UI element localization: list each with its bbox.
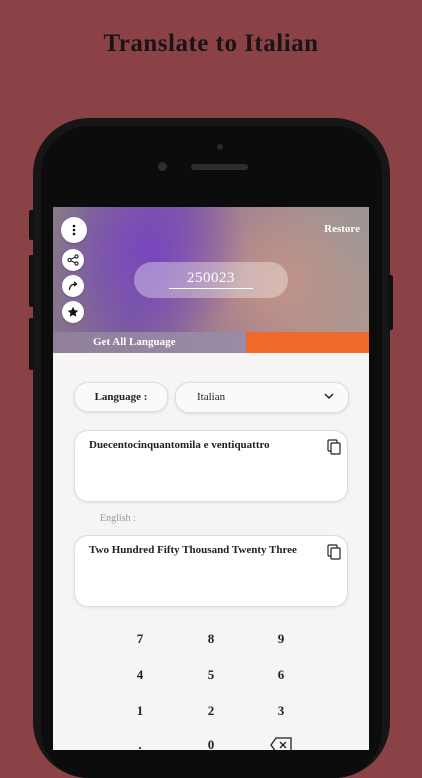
language-selected-value: Italian — [197, 391, 226, 403]
number-input-pill[interactable]: 250023 — [134, 262, 288, 298]
language-label: Language : — [74, 382, 168, 412]
key-7[interactable]: 7 — [120, 631, 160, 647]
front-camera — [158, 162, 167, 171]
chevron-down-icon — [324, 393, 334, 400]
volume-up-button — [29, 255, 34, 307]
earpiece-speaker — [191, 164, 248, 170]
key-0[interactable]: 0 — [191, 737, 231, 750]
favorite-button[interactable] — [62, 301, 84, 323]
english-output-box[interactable]: Two Hundred Fifty Thousand Twenty Three — [74, 535, 348, 607]
english-label: English : — [100, 513, 136, 524]
copy-icon[interactable] — [327, 544, 341, 560]
language-select[interactable]: Italian — [175, 382, 349, 413]
key-3[interactable]: 3 — [261, 703, 301, 719]
volume-down-button — [29, 318, 34, 370]
share-button[interactable] — [62, 249, 84, 271]
key-1[interactable]: 1 — [120, 703, 160, 719]
redo-icon — [68, 281, 78, 291]
app-screen: Restore 250023 Get All Language Language… — [53, 207, 369, 750]
key-5[interactable]: 5 — [191, 667, 231, 683]
number-value: 250023 — [169, 268, 253, 289]
copy-icon[interactable] — [327, 439, 341, 455]
promo-headline: Translate to Italian — [103, 30, 319, 57]
proximity-sensor — [217, 144, 223, 150]
key-9[interactable]: 9 — [261, 631, 301, 647]
get-all-language-label: Get All Language — [93, 336, 176, 348]
mute-switch — [29, 210, 34, 240]
more-options-button[interactable] — [61, 217, 87, 243]
accent-button[interactable] — [246, 332, 369, 353]
language-bar: Get All Language — [53, 332, 369, 353]
english-output-text: Two Hundred Fifty Thousand Twenty Three — [89, 544, 297, 556]
italian-output-box[interactable]: Duecentocinquantomila e ventiquattro — [74, 430, 348, 502]
header-banner: Restore 250023 — [53, 207, 369, 332]
key-6[interactable]: 6 — [261, 667, 301, 683]
more-vertical-icon — [72, 224, 76, 236]
italian-output-text: Duecentocinquantomila e ventiquattro — [89, 439, 270, 451]
key-8[interactable]: 8 — [191, 631, 231, 647]
restore-button[interactable]: Restore — [324, 223, 360, 235]
backspace-icon[interactable] — [270, 737, 292, 750]
power-button — [388, 275, 393, 330]
get-all-language-button[interactable]: Get All Language — [53, 332, 246, 353]
share-icon — [67, 254, 79, 266]
key-decimal[interactable]: . — [120, 737, 160, 750]
key-2[interactable]: 2 — [191, 703, 231, 719]
key-4[interactable]: 4 — [120, 667, 160, 683]
redo-button[interactable] — [62, 275, 84, 297]
star-icon — [67, 306, 79, 317]
